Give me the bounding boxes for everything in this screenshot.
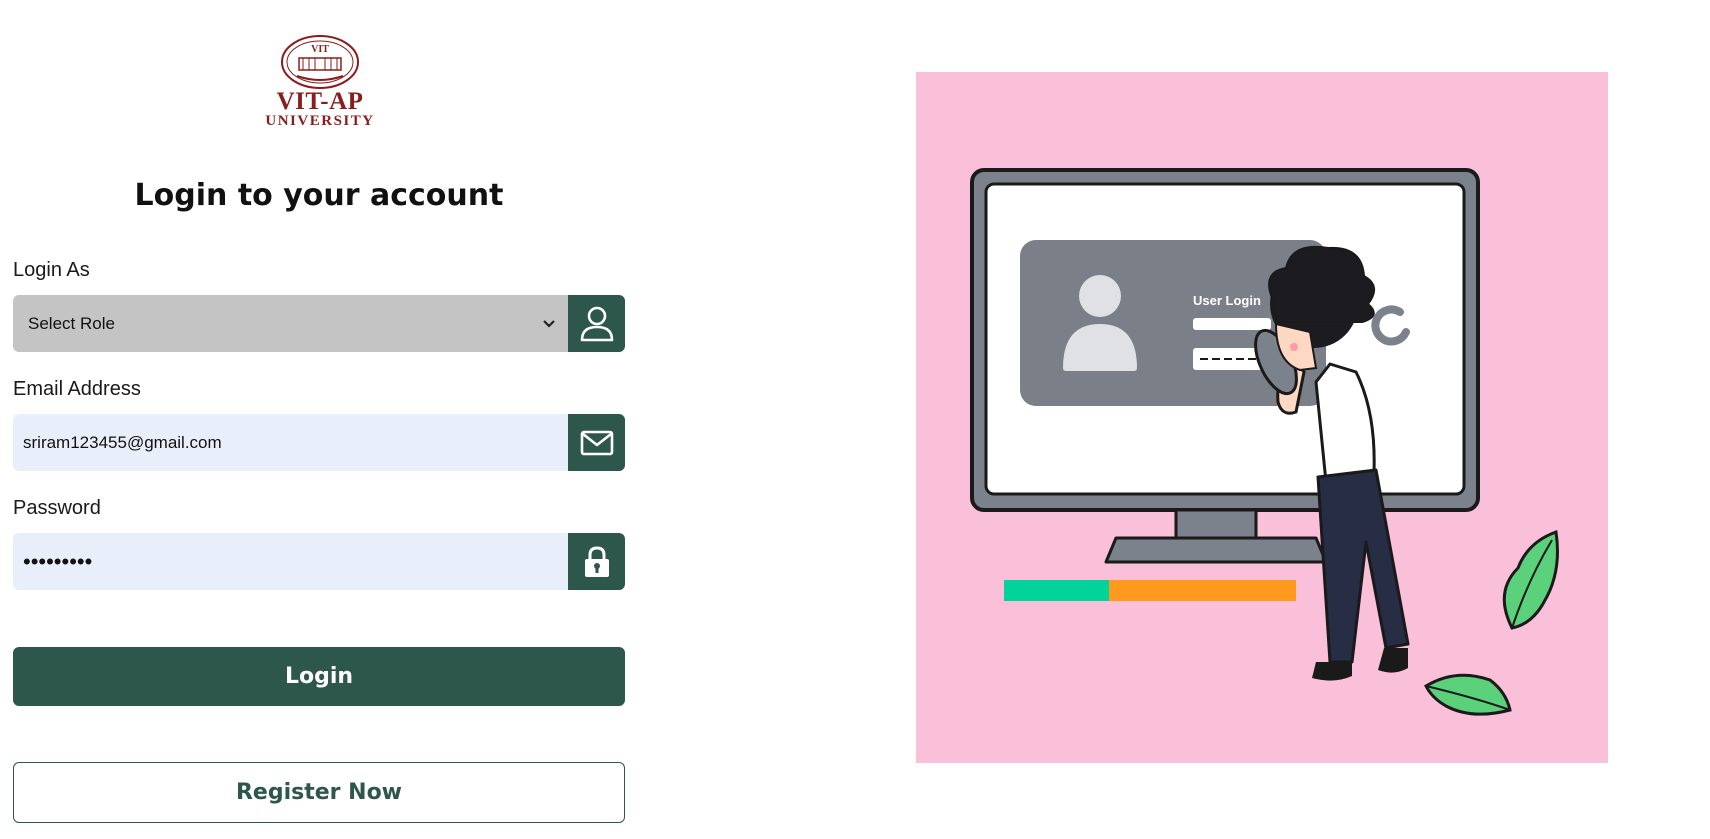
- password-value: •••••••••: [23, 548, 93, 574]
- progress-segment-orange: [1109, 580, 1296, 601]
- login-illustration: User Login: [916, 72, 1608, 763]
- email-field[interactable]: sriram123455@gmail.com: [13, 414, 625, 471]
- seal-icon: VIT: [281, 35, 359, 89]
- page-title: Login to your account: [134, 178, 504, 213]
- logo-name: VIT-AP: [276, 88, 364, 115]
- progress-bar: [1004, 580, 1296, 601]
- logo-subtitle: UNIVERSITY: [265, 113, 375, 129]
- role-select-text: Select Role: [28, 313, 115, 333]
- password-input[interactable]: •••••••••: [13, 533, 568, 590]
- password-label: Password: [13, 497, 101, 519]
- register-button[interactable]: Register Now: [13, 762, 625, 823]
- email-input[interactable]: sriram123455@gmail.com: [13, 414, 568, 471]
- mail-icon: [568, 414, 625, 471]
- user-icon: [568, 295, 625, 352]
- role-select-value[interactable]: Select Role: [13, 295, 568, 352]
- role-select[interactable]: Select Role: [13, 295, 625, 352]
- leaves-decoration: [1424, 529, 1559, 716]
- login-page: VIT VIT-AP UNIVERSITY Login to your acco…: [0, 0, 1710, 839]
- progress-segment-green: [1004, 580, 1109, 601]
- chevron-down-icon: [542, 316, 556, 332]
- screen-login-text: User Login: [1193, 293, 1261, 308]
- login-button[interactable]: Login: [13, 647, 625, 706]
- role-label: Login As: [13, 259, 90, 281]
- password-field[interactable]: •••••••••: [13, 533, 625, 590]
- university-logo: VIT VIT-AP UNIVERSITY: [249, 34, 391, 130]
- lock-icon: [568, 533, 625, 590]
- email-label: Email Address: [13, 378, 141, 400]
- seal-text: VIT: [311, 44, 329, 55]
